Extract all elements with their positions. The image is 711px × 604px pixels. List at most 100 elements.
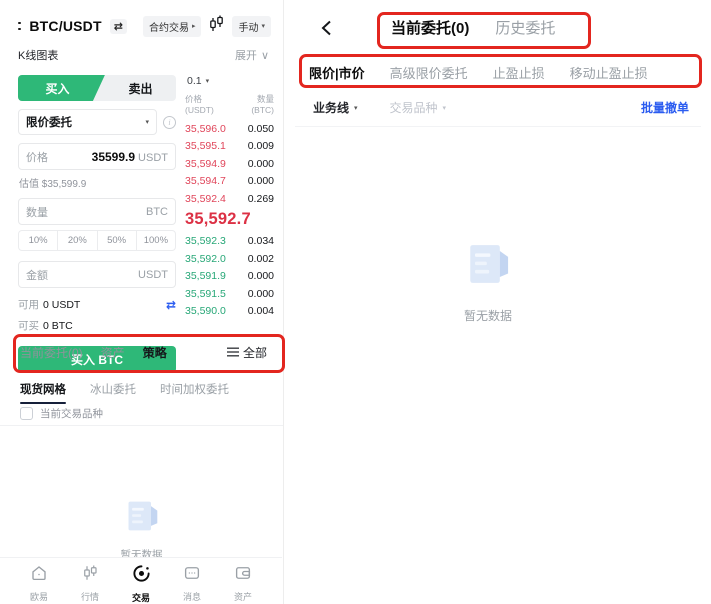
empty-state: 暂无数据: [0, 498, 283, 562]
amount-unit: BTC: [146, 206, 168, 218]
transfer-icon[interactable]: ⇄: [166, 298, 176, 312]
checkbox-unchecked[interactable]: [20, 407, 33, 420]
expand-label: 展开: [235, 47, 257, 63]
instrument-label: 交易品种: [390, 99, 438, 116]
candlestick-icon[interactable]: [209, 15, 224, 37]
price-field[interactable]: 价格 35599.9 USDT: [18, 143, 176, 170]
kline-row: K线图表 展开 ∨: [18, 47, 269, 63]
order-book-header: 价格(USDT) 数量(BTC): [185, 94, 274, 116]
order-type-tabs: 限价|市价 高级限价委托 止盈止损 移动止盈止损: [309, 63, 648, 82]
buy-tab-label: 买入: [45, 80, 77, 97]
ask-row[interactable]: 35,595.10.009: [185, 138, 274, 156]
instrument-dropdown[interactable]: 交易品种 ▾: [390, 99, 447, 116]
nav-trade-label: 交易: [132, 591, 150, 604]
divider: [295, 126, 701, 127]
tab-twap[interactable]: 时间加权委托: [160, 381, 229, 404]
percent-50-button[interactable]: 50%: [97, 231, 136, 250]
tab-sell[interactable]: 卖出: [105, 75, 176, 101]
nav-markets[interactable]: 行情: [73, 564, 107, 604]
asks-list: 35,596.00.050 35,595.10.009 35,594.90.00…: [185, 120, 274, 208]
trade-area: 买入 卖出 限价委托 ▾ i 价格 35599.9 USDT: [18, 75, 274, 373]
nav-home-label: 欧易: [30, 590, 48, 603]
tab-advanced-limit[interactable]: 高级限价委托: [390, 63, 468, 82]
manual-mode-dropdown[interactable]: 手动 ▾: [232, 16, 271, 37]
pair-title[interactable]: BTC/USDT: [29, 18, 101, 34]
ask-row[interactable]: 35,594.70.000: [185, 173, 274, 191]
amount-field[interactable]: 数量 BTC: [18, 198, 176, 225]
tab-current-orders[interactable]: 当前委托(0): [20, 344, 83, 361]
order-form: 买入 卖出 限价委托 ▾ i 价格 35599.9 USDT: [18, 75, 176, 373]
bid-row[interactable]: 35,592.30.034: [185, 233, 274, 251]
chevron-right-icon: ▸: [192, 22, 196, 30]
price-value: 35599.9: [92, 150, 135, 164]
caret-down-icon: ▾: [206, 77, 210, 85]
order-type-select[interactable]: 限价委托 ▾: [18, 109, 157, 135]
caret-down-icon: ▾: [145, 118, 149, 126]
tab-strategy[interactable]: 策略: [143, 344, 167, 361]
empty-doc-icon: [122, 498, 162, 539]
manual-mode-label: 手动: [238, 19, 258, 34]
menu-icon[interactable]: [18, 22, 21, 30]
ask-row[interactable]: 35,594.90.000: [185, 155, 274, 173]
messages-icon: [183, 564, 201, 587]
nav-home[interactable]: 欧易: [22, 564, 56, 604]
order-type-value: 限价委托: [26, 114, 72, 130]
nav-messages-label: 消息: [183, 590, 201, 603]
available-value: 0 USDT: [43, 299, 80, 311]
can-buy-value: 0 BTC: [43, 320, 73, 332]
info-icon[interactable]: i: [163, 116, 176, 129]
nav-messages[interactable]: 消息: [175, 564, 209, 604]
all-filter-button[interactable]: 全部: [227, 344, 267, 361]
nav-markets-label: 行情: [81, 590, 99, 603]
total-field[interactable]: 金额 USDT: [18, 261, 176, 288]
can-buy-label: 可买: [18, 318, 39, 333]
available-label: 可用: [18, 297, 39, 312]
strategy-tabs: 现货网格 冰山委托 时间加权委托: [20, 381, 229, 404]
trading-app: BTC/USDT ⇄ 合约交易 ▸ 手动 ▾ K线图表 展开 ∨: [0, 0, 711, 604]
percent-100-button[interactable]: 100%: [136, 231, 175, 250]
bid-row[interactable]: 35,591.50.000: [185, 285, 274, 303]
empty-state: 暂无数据: [285, 240, 691, 324]
empty-state-text: 暂无数据: [464, 307, 512, 324]
tab-limit-market[interactable]: 限价|市价: [309, 63, 365, 82]
home-icon: [30, 564, 48, 587]
caret-down-icon: ▾: [354, 104, 358, 112]
caret-down-icon: ▾: [261, 22, 265, 30]
tab-stop-order[interactable]: 止盈止损: [493, 63, 545, 82]
orders-header-tabs: 当前委托(0) 历史委托: [391, 17, 555, 38]
trade-icon: [132, 564, 151, 588]
back-icon[interactable]: [321, 20, 332, 41]
percent-buttons: 10% 20% 50% 100%: [18, 230, 176, 251]
bid-row[interactable]: 35,590.00.004: [185, 303, 274, 321]
orders-panel: 当前委托(0) 历史委托 限价|市价 高级限价委托 止盈止损 移动止盈止损 业务…: [285, 0, 711, 604]
business-line-dropdown[interactable]: 业务线 ▾: [313, 99, 358, 116]
chevron-down-icon: ∨: [261, 49, 269, 62]
active-tab-underline: [20, 402, 66, 404]
bid-row[interactable]: 35,592.00.002: [185, 250, 274, 268]
tab-current-orders[interactable]: 当前委托(0): [391, 17, 469, 38]
tab-history-orders[interactable]: 历史委托: [495, 17, 555, 38]
percent-10-button[interactable]: 10%: [19, 231, 57, 250]
percent-20-button[interactable]: 20%: [57, 231, 96, 250]
batch-cancel-button[interactable]: 批量撤单: [641, 99, 689, 116]
tab-trailing-stop[interactable]: 移动止盈止损: [570, 63, 648, 82]
nav-assets[interactable]: 资产: [226, 564, 260, 604]
expand-chart-button[interactable]: 展开 ∨: [235, 47, 269, 63]
current-instrument-filter: 当前交易品种: [20, 406, 103, 421]
contract-trade-button[interactable]: 合约交易 ▸: [143, 16, 202, 37]
total-unit: USDT: [138, 269, 168, 281]
tab-assets[interactable]: 资产: [101, 344, 125, 361]
tab-buy[interactable]: 买入: [18, 75, 105, 101]
bid-row[interactable]: 35,591.90.000: [185, 268, 274, 286]
tab-spot-grid[interactable]: 现货网格: [20, 381, 66, 404]
swap-pair-icon[interactable]: ⇄: [110, 19, 127, 34]
wallet-icon: [234, 564, 252, 587]
precision-dropdown[interactable]: 0.1 ▾: [185, 75, 274, 87]
nav-trade[interactable]: 交易: [124, 564, 158, 604]
ask-row[interactable]: 35,596.00.050: [185, 120, 274, 138]
ask-row[interactable]: 35,592.40.269: [185, 190, 274, 208]
caret-down-icon: ▾: [443, 104, 447, 112]
markets-icon: [81, 564, 99, 587]
last-price[interactable]: 35,592.7: [185, 210, 274, 229]
tab-iceberg[interactable]: 冰山委托: [90, 381, 136, 404]
